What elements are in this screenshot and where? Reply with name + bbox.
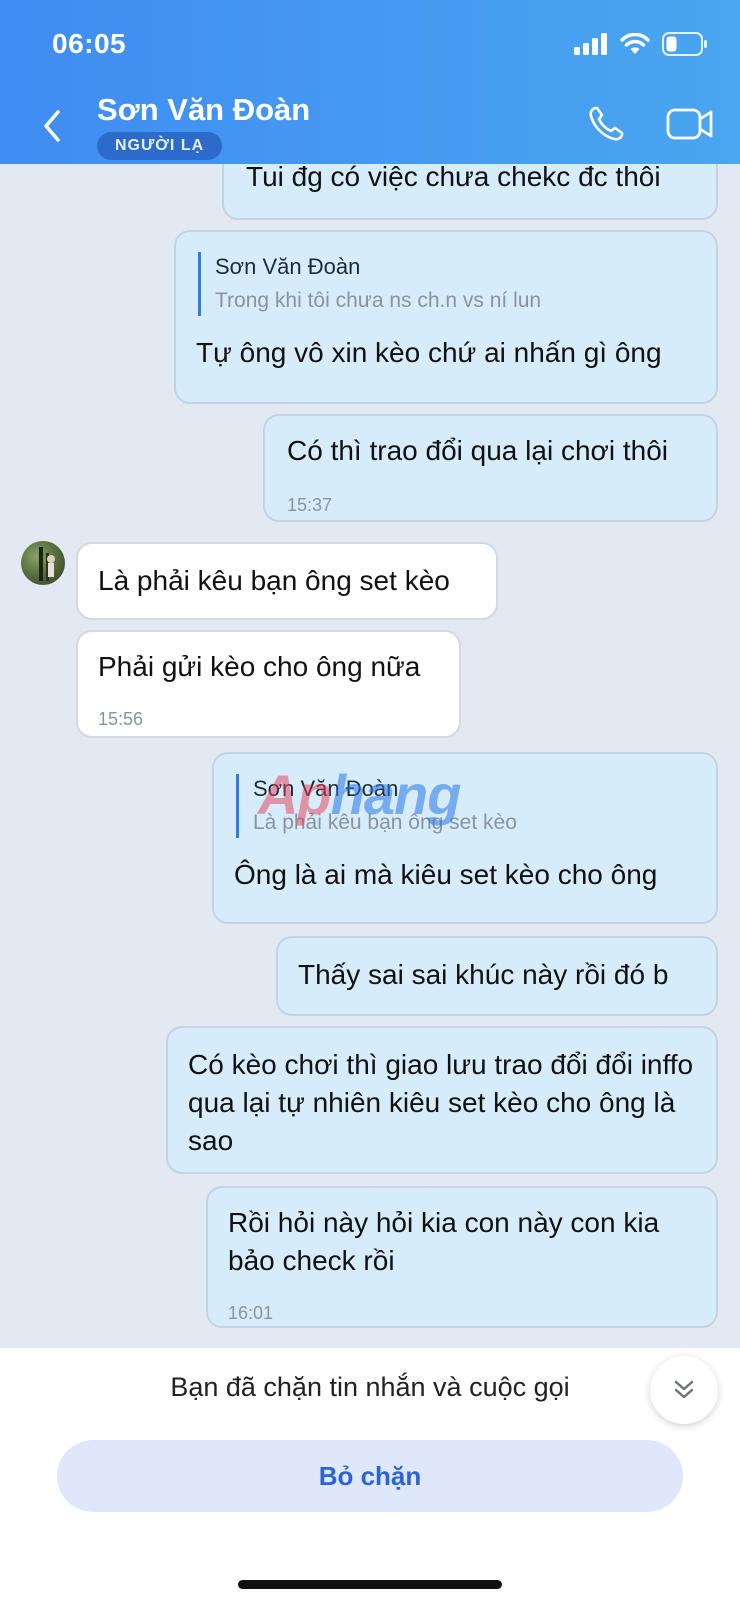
message-bubble-outgoing[interactable]: Rồi hỏi này hỏi kia con này con kia bảo …	[206, 1186, 718, 1328]
message-bubble-outgoing[interactable]: Thấy sai sai khúc này rồi đó b	[276, 936, 718, 1016]
unblock-button[interactable]: Bỏ chặn	[57, 1440, 683, 1512]
message-time: 15:56	[98, 709, 144, 729]
message-bubble-outgoing[interactable]: Có kèo chơi thì giao lưu trao đổi đổi in…	[166, 1026, 718, 1174]
message-text: Rồi hỏi này hỏi kia con này con kia bảo …	[228, 1207, 660, 1276]
signal-icon	[574, 33, 607, 55]
message-bubble-incoming[interactable]: Là phải kêu bạn ông set kèo	[76, 542, 498, 620]
wifi-icon	[620, 33, 650, 54]
message-bubble-outgoing[interactable]: Sơn Văn Đoàn Trong khi tôi chưa ns ch.n …	[174, 230, 718, 404]
message-text: Phải gửi kèo cho ông nữa	[98, 651, 421, 682]
stranger-badge: NGƯỜI LẠ	[97, 132, 223, 160]
phone-icon[interactable]	[586, 104, 626, 144]
watermark-logo: Aphang	[258, 763, 461, 826]
status-time: 06:05	[52, 28, 127, 59]
back-chevron-icon[interactable]	[36, 106, 68, 146]
video-camera-icon[interactable]	[666, 106, 714, 142]
battery-icon	[662, 32, 707, 56]
avatar[interactable]	[21, 541, 65, 585]
message-text: Thấy sai sai khúc này rồi đó b	[298, 959, 669, 990]
blocked-notice: Bạn đã chặn tin nhắn và cuộc gọi	[170, 1372, 570, 1402]
scroll-to-bottom-button[interactable]	[650, 1356, 718, 1424]
message-text: Ông là ai mà kiêu set kèo cho ông	[234, 859, 658, 890]
chat-header: 06:05 Sơn Văn Đoàn NGƯỜI LẠ	[0, 0, 740, 164]
message-bubble-outgoing[interactable]: Có thì trao đổi qua lại chơi thôi 15:37	[263, 414, 718, 522]
home-indicator[interactable]	[238, 1580, 502, 1589]
message-text: Là phải kêu bạn ông set kèo	[98, 565, 450, 596]
message-text: Tui đg có việc chưa chekc đc thôi	[246, 164, 661, 192]
contact-name[interactable]: Sơn Văn Đoàn	[97, 92, 310, 128]
message-text: Tự ông vô xin kèo chứ ai nhấn gì ông	[196, 337, 662, 368]
blocked-panel: Bạn đã chặn tin nhắn và cuộc gọi Bỏ chặn	[0, 1348, 740, 1600]
message-text: Có thì trao đổi qua lại chơi thôi	[287, 435, 669, 466]
status-icons	[574, 32, 708, 56]
message-time: 16:01	[228, 1303, 274, 1323]
avatar-image	[39, 547, 55, 581]
message-time: 15:37	[287, 495, 333, 515]
double-chevron-down-icon	[674, 1380, 694, 1399]
reply-quote[interactable]: Sơn Văn Đoàn Trong khi tôi chưa ns ch.n …	[198, 252, 541, 316]
message-bubble-incoming[interactable]: Phải gửi kèo cho ông nữa 15:56	[76, 630, 461, 738]
message-text: Có kèo chơi thì giao lưu trao đổi đổi in…	[188, 1049, 694, 1156]
message-bubble-outgoing[interactable]: Tui đg có việc chưa chekc đc thôi	[222, 164, 718, 220]
quote-sender: Sơn Văn Đoàn	[215, 254, 361, 279]
message-list[interactable]: Tui đg có việc chưa chekc đc thôi Sơn Vă…	[0, 164, 740, 1348]
quote-text: Trong khi tôi chưa ns ch.n vs ní lun	[215, 289, 542, 312]
